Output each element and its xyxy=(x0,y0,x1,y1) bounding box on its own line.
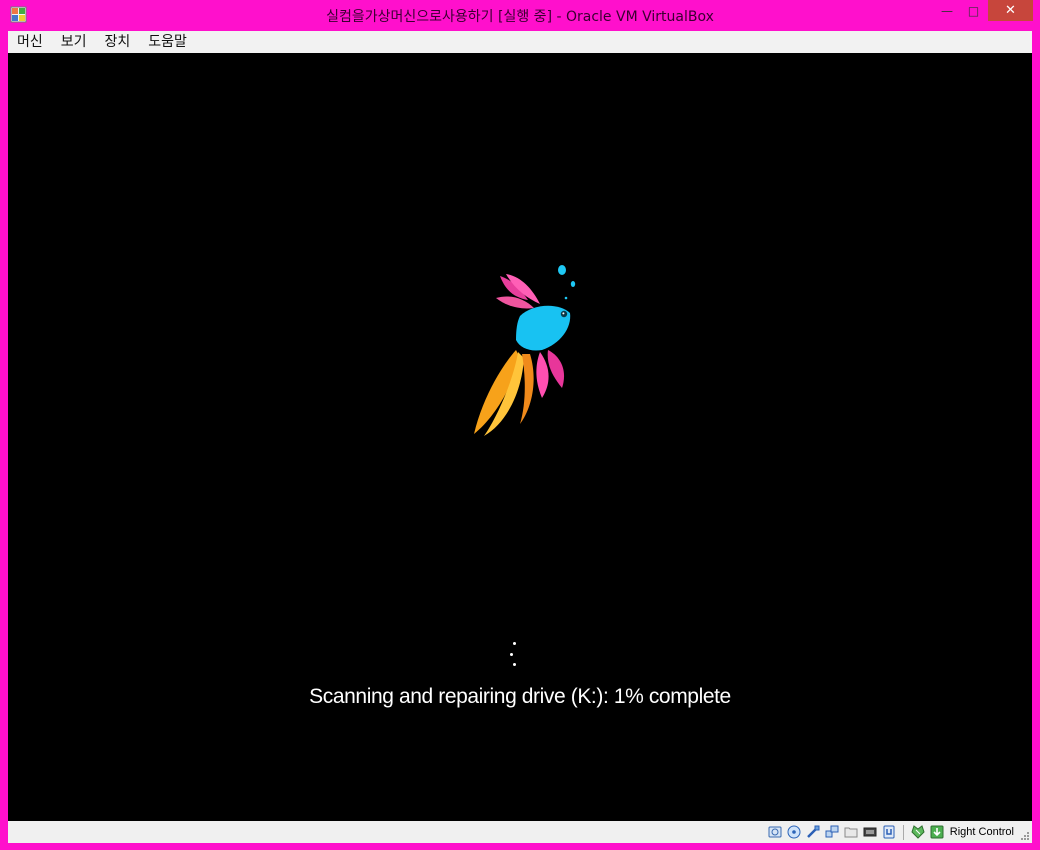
guest-screen[interactable]: Scanning and repairing drive (K:): 1% co… xyxy=(8,53,1032,821)
loading-spinner xyxy=(508,641,520,669)
optical-drive-icon[interactable] xyxy=(786,824,802,840)
host-key-icon[interactable] xyxy=(929,824,945,840)
maximize-button[interactable]: □ xyxy=(960,0,987,21)
status-tray: Right Control xyxy=(767,823,1014,841)
usb-icon[interactable] xyxy=(805,824,821,840)
network-icon[interactable] xyxy=(824,824,840,840)
title-bar[interactable]: 실컴을가상머신으로사용하기 [실행 중] - Oracle VM Virtual… xyxy=(0,0,1040,31)
virtualbox-window: 실컴을가상머신으로사용하기 [실행 중] - Oracle VM Virtual… xyxy=(0,0,1040,850)
menu-devices[interactable]: 장치 xyxy=(96,32,140,52)
video-capture-icon[interactable] xyxy=(862,824,878,840)
host-key-label: Right Control xyxy=(949,826,1014,838)
cpu-virtualization-icon[interactable] xyxy=(881,824,897,840)
repair-status-text: Scanning and repairing drive (K:): 1% co… xyxy=(309,685,731,708)
window-title: 실컴을가상머신으로사용하기 [실행 중] - Oracle VM Virtual… xyxy=(326,9,714,25)
menu-view[interactable]: 보기 xyxy=(52,32,96,52)
windows-betta-fish-logo xyxy=(474,265,576,436)
menu-bar: 머신 보기 장치 도움말 xyxy=(8,31,1032,53)
menu-machine[interactable]: 머신 xyxy=(8,32,52,52)
status-divider xyxy=(902,824,904,840)
hard-disk-icon[interactable] xyxy=(767,824,783,840)
resize-grip-icon[interactable] xyxy=(1020,831,1030,841)
minimize-button[interactable]: — xyxy=(934,0,960,21)
shared-folders-icon[interactable] xyxy=(843,824,859,840)
status-bar: Right Control xyxy=(8,821,1032,843)
menu-help[interactable]: 도움말 xyxy=(139,32,196,52)
mouse-integration-icon[interactable] xyxy=(910,824,926,840)
close-button[interactable]: ✕ xyxy=(988,0,1033,21)
